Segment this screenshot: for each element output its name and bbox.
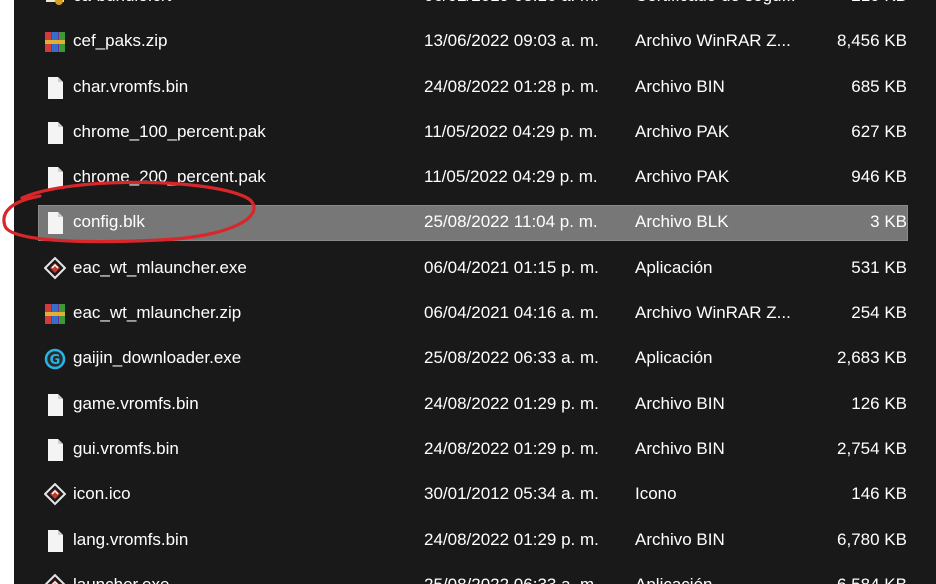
file-icon	[44, 211, 66, 235]
file-size: 2,683 KB	[837, 348, 907, 368]
file-icon	[44, 393, 66, 417]
certificate-icon	[44, 0, 66, 9]
file-name: char.vromfs.bin	[73, 76, 189, 96]
file-icon	[44, 121, 66, 145]
winrar-icon	[44, 302, 66, 326]
file-size: 210 KB	[851, 0, 907, 6]
file-size: 531 KB	[851, 257, 907, 277]
file-name: gaijin_downloader.exe	[73, 348, 242, 368]
file-name: gui.vromfs.bin	[73, 438, 179, 458]
launcher-exe-icon	[43, 256, 67, 281]
file-size: 146 KB	[851, 484, 907, 504]
launcher-exe-icon	[43, 573, 67, 584]
file-date-modified: 06/04/2021 04:16 a. m.	[424, 303, 599, 323]
file-size: 126 KB	[851, 393, 907, 413]
file-name: launcher.exe	[73, 575, 169, 584]
winrar-icon	[44, 30, 66, 54]
file-size: 685 KB	[851, 76, 907, 96]
file-name: lang.vromfs.bin	[73, 529, 189, 549]
file-size: 3 KB	[870, 212, 907, 232]
file-row-selected[interactable]: config.blk 25/08/2022 11:04 p. m. Archivo …	[14, 200, 936, 245]
file-size: 6,584 KB	[837, 575, 907, 584]
file-type: Archivo PAK	[635, 167, 730, 187]
file-date-modified: 13/06/2022 09:03 a. m.	[424, 31, 599, 51]
file-size: 627 KB	[851, 121, 907, 141]
file-name: cef_paks.zip	[73, 31, 168, 51]
file-size: 8,456 KB	[837, 31, 907, 51]
file-date-modified: 24/08/2022 01:29 p. m.	[424, 529, 599, 549]
file-date-modified: 30/01/2012 05:34 a. m.	[424, 484, 599, 504]
file-icon	[44, 529, 66, 553]
svg-text:G: G	[50, 353, 61, 368]
file-row[interactable]: lang.vromfs.bin 24/08/2022 01:29 p. m. Arc…	[14, 518, 936, 563]
file-name: chrome_200_percent.pak	[73, 167, 266, 187]
file-row[interactable]: Ggaijin_downloader.exe 25/08/2022 06:33 a…	[14, 336, 936, 381]
file-name: eac_wt_mlauncher.zip	[73, 303, 242, 323]
file-row[interactable]: chrome_100_percent.pak 11/05/2022 04:29 p…	[14, 110, 936, 155]
gaijin-icon: G	[44, 347, 66, 371]
file-row[interactable]: launcher.exe 25/08/2022 06:33 a. m. Aplica…	[14, 563, 936, 584]
file-type: Archivo BIN	[635, 438, 725, 458]
file-row[interactable]: char.vromfs.bin 24/08/2022 01:28 p. m. Arc…	[14, 65, 936, 110]
file-size: 2,754 KB	[837, 438, 907, 458]
file-date-modified: 11/05/2022 04:29 p. m.	[424, 121, 598, 141]
file-type: Aplicación	[635, 348, 713, 368]
file-date-modified: 25/08/2022 06:33 a. m.	[424, 348, 599, 368]
launcher-exe-icon	[43, 482, 67, 507]
file-type: Archivo BIN	[635, 529, 725, 549]
file-name: config.blk	[73, 212, 145, 232]
file-row[interactable]: gui.vromfs.bin 24/08/2022 01:29 p. m. Arch…	[14, 427, 936, 472]
file-row[interactable]: eac_wt_mlauncher.exe 06/04/2021 01:15 p. …	[14, 246, 936, 291]
file-date-modified: 24/08/2022 01:29 p. m.	[424, 393, 599, 413]
file-list: ca-bundle.crt 06/02/2019 08:16 a. m. Certi…	[14, 0, 936, 584]
file-date-modified: 24/08/2022 01:28 p. m.	[424, 76, 599, 96]
file-type: Aplicación	[635, 257, 713, 277]
file-row[interactable]: ca-bundle.crt 06/02/2019 08:16 a. m. Certi…	[14, 0, 936, 19]
file-date-modified: 24/08/2022 01:29 p. m.	[424, 438, 599, 458]
file-date-modified: 25/08/2022 06:33 a. m.	[424, 575, 599, 584]
file-row[interactable]: game.vromfs.bin 24/08/2022 01:29 p. m. Arc…	[14, 382, 936, 427]
file-date-modified: 25/08/2022 11:04 p. m.	[424, 212, 598, 232]
file-type: Archivo PAK	[635, 121, 730, 141]
file-name: ca-bundle.crt	[73, 0, 171, 6]
file-type: Archivo BLK	[635, 212, 729, 232]
file-type: Icono	[635, 484, 677, 504]
file-name: icon.ico	[73, 484, 131, 504]
file-row[interactable]: chrome_200_percent.pak 11/05/2022 04:29 p…	[14, 155, 936, 200]
file-type: Archivo BIN	[635, 76, 725, 96]
file-type: Archivo BIN	[635, 393, 725, 413]
file-date-modified: 06/02/2019 08:16 a. m.	[424, 0, 599, 6]
file-type: Archivo WinRAR Z...	[635, 31, 791, 51]
file-size: 6,780 KB	[837, 529, 907, 549]
file-icon	[44, 76, 66, 100]
file-name: game.vromfs.bin	[73, 393, 199, 413]
file-date-modified: 11/05/2022 04:29 p. m.	[424, 167, 598, 187]
file-size: 946 KB	[851, 167, 907, 187]
file-type: Certificado de segu...	[635, 0, 796, 6]
file-row[interactable]: eac_wt_mlauncher.zip 06/04/2021 04:16 a. …	[14, 291, 936, 336]
file-name: eac_wt_mlauncher.exe	[73, 257, 247, 277]
file-row[interactable]: cef_paks.zip 13/06/2022 09:03 a. m. Archiv…	[14, 19, 936, 64]
file-size: 254 KB	[851, 303, 907, 323]
file-date-modified: 06/04/2021 01:15 p. m.	[424, 257, 599, 277]
file-row[interactable]: icon.ico 30/01/2012 05:34 a. m. Icono 146 K…	[14, 472, 936, 517]
file-name: chrome_100_percent.pak	[73, 121, 266, 141]
file-type: Aplicación	[635, 575, 713, 584]
file-icon	[44, 438, 66, 462]
file-list-panel: ca-bundle.crt 06/02/2019 08:16 a. m. Certi…	[14, 0, 936, 584]
file-icon	[44, 166, 66, 190]
file-type: Archivo WinRAR Z...	[635, 303, 791, 323]
